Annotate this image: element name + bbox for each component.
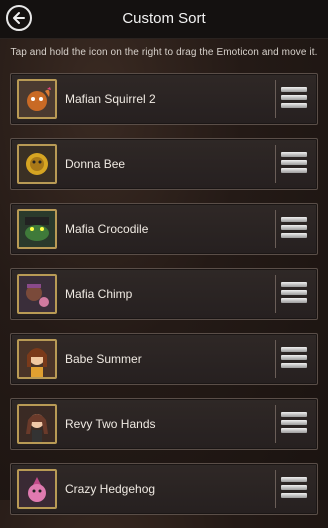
bee-avatar-icon xyxy=(17,144,57,184)
chimp-avatar-icon xyxy=(17,274,57,314)
divider xyxy=(275,210,276,248)
summer-avatar-icon xyxy=(17,339,57,379)
divider xyxy=(275,405,276,443)
crocodile-avatar-icon xyxy=(17,209,57,249)
item-label: Mafia Chimp xyxy=(65,287,133,301)
revy-avatar-icon xyxy=(17,404,57,444)
list-item[interactable]: Babe Summer xyxy=(10,333,318,385)
drag-handle-icon[interactable] xyxy=(281,477,309,503)
list-item[interactable]: Crazy Hedgehog xyxy=(10,463,318,515)
drag-handle-icon[interactable] xyxy=(281,412,309,438)
item-label: Mafia Crocodile xyxy=(65,222,149,236)
drag-handle-icon[interactable] xyxy=(281,87,309,113)
hedgehog-avatar-icon xyxy=(17,469,57,509)
divider xyxy=(275,470,276,508)
divider xyxy=(275,340,276,378)
divider xyxy=(275,80,276,118)
item-label: Babe Summer xyxy=(65,352,142,366)
top-bar: Custom Sort xyxy=(0,0,328,39)
divider xyxy=(275,275,276,313)
item-label: Donna Bee xyxy=(65,157,126,171)
drag-handle-icon[interactable] xyxy=(281,282,309,308)
list-item[interactable]: Donna Bee xyxy=(10,138,318,190)
drag-handle-icon[interactable] xyxy=(281,347,309,373)
list-item[interactable]: Mafia Crocodile xyxy=(10,203,318,255)
item-label: Crazy Hedgehog xyxy=(65,482,156,496)
drag-handle-icon[interactable] xyxy=(281,217,309,243)
divider xyxy=(275,145,276,183)
page-title: Custom Sort xyxy=(122,10,206,27)
item-label: Mafian Squirrel 2 xyxy=(65,92,156,106)
item-label: Revy Two Hands xyxy=(65,417,156,431)
instruction-text: Tap and hold the icon on the right to dr… xyxy=(10,47,318,58)
drag-handle-icon[interactable] xyxy=(281,152,309,178)
list-item[interactable]: Mafia Chimp xyxy=(10,268,318,320)
list-item[interactable]: Revy Two Hands xyxy=(10,398,318,450)
list-item[interactable]: Mafian Squirrel 2 xyxy=(10,73,318,125)
squirrel-avatar-icon xyxy=(17,79,57,119)
emoticon-list: Mafian Squirrel 2 Donna Bee Mafia Crocod… xyxy=(10,73,318,528)
